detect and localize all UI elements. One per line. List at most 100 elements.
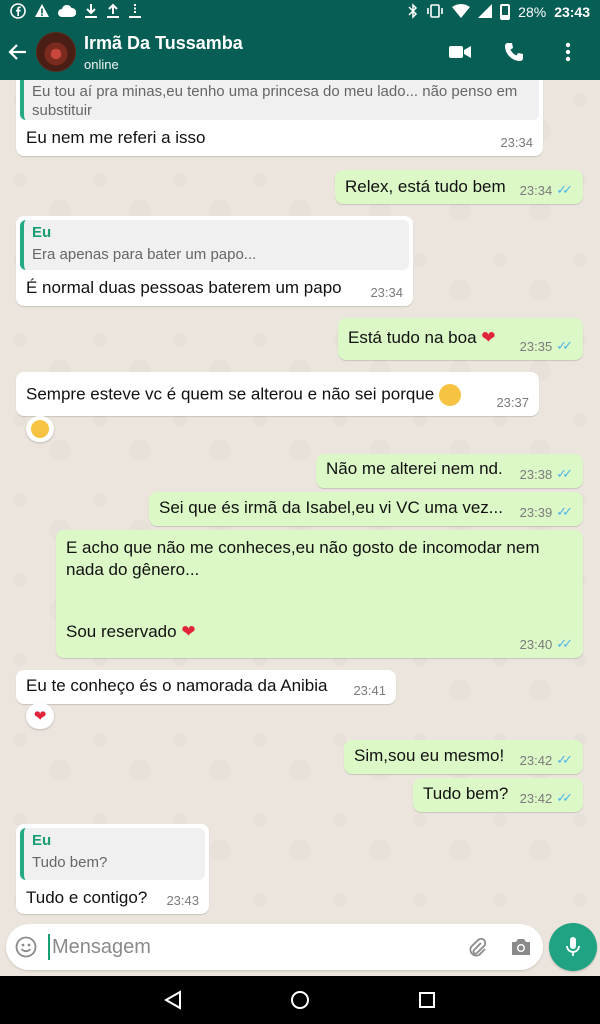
time-text: 23:41 <box>353 683 386 698</box>
message-time: 23:34 <box>500 135 533 150</box>
battery-percent: 28% <box>518 4 547 20</box>
message-outgoing[interactable]: Relex, está tudo bem 23:34 ✓✓ <box>335 170 583 204</box>
message-time: 23:42 ✓✓ <box>520 790 573 806</box>
message-time: 23:40 ✓✓ <box>520 636 573 652</box>
compose-bar <box>0 918 600 976</box>
message-text: Sim,sou eu mesmo! <box>354 746 505 765</box>
battery-icon <box>500 4 511 20</box>
message-text-content: Está tudo na boa <box>348 328 477 347</box>
message-outgoing[interactable]: E acho que não me conheces,eu não gosto … <box>56 530 583 658</box>
more-vert-icon <box>565 42 571 62</box>
reaction-heart-icon[interactable]: ❤ <box>26 703 54 729</box>
read-check-icon: ✓✓ <box>556 752 573 767</box>
emoji-icon <box>15 936 37 958</box>
header-actions <box>448 40 600 64</box>
time-text: 23:42 <box>519 752 553 768</box>
bluetooth-icon <box>408 3 418 21</box>
status-bar: 28% 23:43 <box>0 0 600 24</box>
time-text: 23:37 <box>496 395 529 410</box>
message-text: É normal duas pessoas baterem um papo <box>26 278 342 297</box>
pensive-face-emoji-icon <box>438 384 461 406</box>
quoted-message[interactable]: Eu Tudo bem? <box>20 828 205 880</box>
read-check-icon: ✓✓ <box>556 636 573 651</box>
nav-home-button[interactable] <box>280 980 320 1020</box>
status-right-icons: 28% 23:43 <box>408 3 590 21</box>
read-check-icon: ✓✓ <box>556 182 573 197</box>
emoji-button[interactable] <box>6 924 46 970</box>
camera-button[interactable] <box>499 924 543 970</box>
time-text: 23:43 <box>166 893 199 908</box>
message-text: Não me alterei nem nd. <box>326 459 503 478</box>
message-time: 23:34 ✓✓ <box>520 182 573 198</box>
message-text-line: E acho que não me conheces,eu não gosto … <box>66 538 540 557</box>
message-outgoing[interactable]: Tudo bem? 23:42 ✓✓ <box>413 778 583 812</box>
message-text-line: nada do gênero... <box>66 560 200 579</box>
message-outgoing[interactable]: Sei que és irmã da Isabel,eu vi VC uma v… <box>149 492 583 526</box>
heart-emoji-icon: ❤ <box>481 328 496 347</box>
cloud-icon <box>58 4 77 20</box>
message-incoming[interactable]: Eu Era apenas para bater um papo... É no… <box>16 216 413 306</box>
message-text: Está tudo na boa ❤ <box>348 328 496 348</box>
message-outgoing[interactable]: Está tudo na boa ❤ 23:35 ✓✓ <box>338 318 583 360</box>
status-left-icons <box>10 3 142 21</box>
arrow-left-icon <box>8 44 26 60</box>
message-incoming[interactable]: Eu tou aí pra minas,eu tenho uma princes… <box>16 80 543 156</box>
nav-back-button[interactable] <box>153 980 193 1020</box>
square-recents-icon <box>418 992 435 1008</box>
message-time: 23:37 <box>496 395 529 410</box>
message-time: 23:38 ✓✓ <box>520 466 573 482</box>
message-outgoing[interactable]: Sim,sou eu mesmo! 23:42 ✓✓ <box>344 740 583 774</box>
quoted-text: Tudo bem? <box>32 854 108 871</box>
system-navigation-bar <box>0 976 600 1024</box>
video-camera-icon <box>449 46 471 58</box>
time-text: 23:34 <box>500 135 533 150</box>
message-text: Tudo e contigo? <box>26 888 148 907</box>
reaction-laughing-icon[interactable] <box>26 416 54 442</box>
message-time: 23:43 <box>166 893 199 908</box>
quoted-message[interactable]: Eu tou aí pra minas,eu tenho uma princes… <box>20 80 539 120</box>
message-outgoing[interactable]: Não me alterei nem nd. 23:38 ✓✓ <box>316 454 583 488</box>
clock: 23:43 <box>554 4 590 20</box>
signal-icon <box>478 4 493 20</box>
voice-record-button[interactable] <box>549 923 597 971</box>
message-text: Eu nem me referi a isso <box>26 128 206 147</box>
avatar[interactable] <box>36 32 76 72</box>
quoted-sender: Eu <box>32 224 52 241</box>
microphone-icon <box>566 937 580 956</box>
time-text: 23:39 <box>519 504 553 520</box>
wifi-icon <box>452 4 471 20</box>
message-text: Relex, está tudo bem <box>345 177 506 196</box>
message-text-content: Sou reservado <box>66 622 177 641</box>
message-incoming[interactable]: Sempre esteve vc é quem se alterou e não… <box>16 372 539 416</box>
upload-icon <box>106 3 120 21</box>
nav-recents-button[interactable] <box>407 980 447 1020</box>
message-text: Eu te conheço és o namorada da Anibia <box>26 676 328 695</box>
video-call-button[interactable] <box>448 40 472 64</box>
time-text: 23:38 <box>519 466 553 482</box>
voice-call-button[interactable] <box>502 40 526 64</box>
message-time: 23:41 <box>353 683 386 698</box>
quoted-message[interactable]: Eu Era apenas para bater um papo... <box>20 220 409 270</box>
triangle-back-icon <box>164 990 182 1010</box>
message-input[interactable] <box>48 934 455 960</box>
facebook-icon <box>10 3 26 21</box>
contact-status: online <box>84 56 119 72</box>
back-button[interactable] <box>0 24 36 80</box>
time-text: 23:34 <box>519 182 553 198</box>
download-icon <box>84 3 98 21</box>
more-options-button[interactable] <box>556 40 580 64</box>
message-input-container <box>6 924 543 970</box>
message-text-content: Sempre esteve vc é quem se alterou e não… <box>26 384 435 404</box>
message-text: Tudo bem? <box>423 784 509 803</box>
heart-emoji-icon: ❤ <box>181 622 196 641</box>
message-incoming[interactable]: Eu te conheço és o namorada da Anibia 23… <box>16 670 396 704</box>
attach-button[interactable] <box>455 924 499 970</box>
time-text: 23:40 <box>519 636 553 652</box>
message-text: Sei que és irmã da Isabel,eu vi VC uma v… <box>159 498 503 517</box>
read-check-icon: ✓✓ <box>556 338 573 353</box>
message-time: 23:39 ✓✓ <box>520 504 573 520</box>
message-text: Sempre esteve vc é quem se alterou e não… <box>26 384 461 406</box>
contact-info[interactable]: Irmã Da Tussamba online <box>84 33 448 72</box>
message-incoming[interactable]: Eu Tudo bem? Tudo e contigo? 23:43 <box>16 824 209 914</box>
message-list[interactable]: Eu tou aí pra minas,eu tenho uma princes… <box>0 80 600 918</box>
